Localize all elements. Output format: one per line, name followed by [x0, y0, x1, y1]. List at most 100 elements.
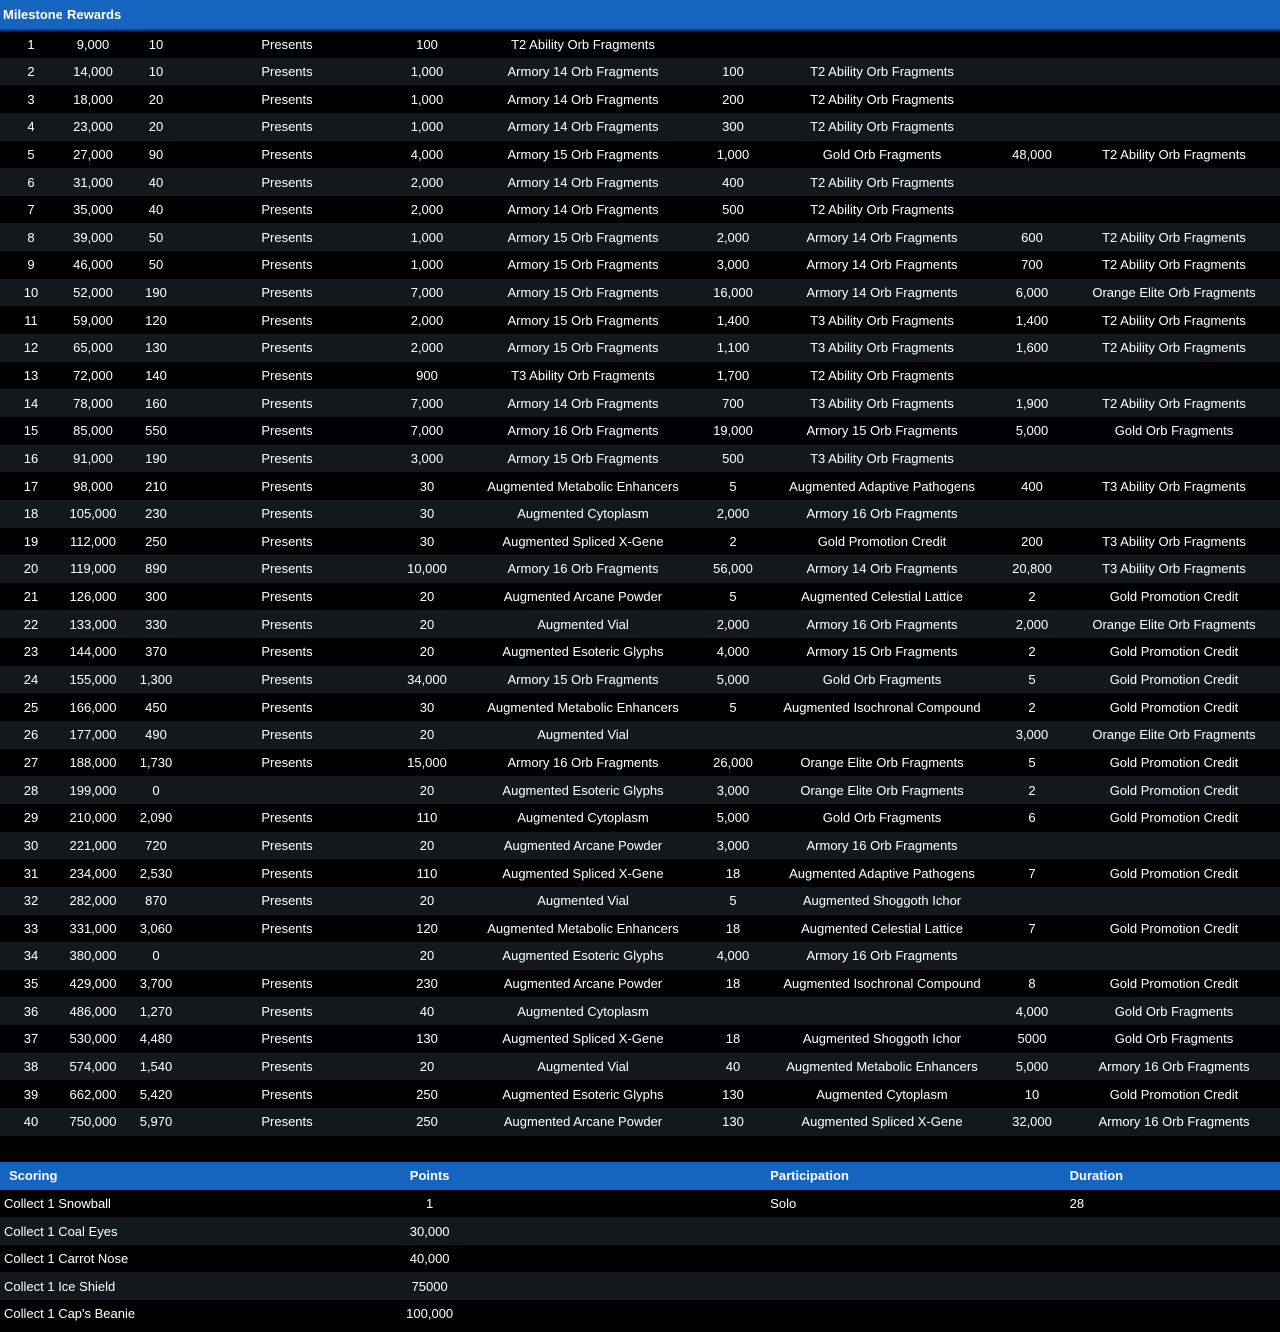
reward-1-item: Augmented Vial [537, 616, 629, 632]
presents-label: Presents [261, 589, 313, 605]
presents-count: 20 [148, 119, 164, 135]
reward-3-item: T2 Ability Orb Fragments [1102, 340, 1246, 356]
milestone-number: 36 [23, 1003, 39, 1019]
reward-3-quantity: 5,000 [1015, 1059, 1049, 1075]
reward-1-item: Armory 14 Orb Fragments [507, 174, 659, 190]
reward-1-item: Augmented Arcane Powder [503, 976, 663, 992]
reward-1-item: Augmented Cytoplasm [517, 1003, 649, 1019]
reward-1-item: Armory 15 Orb Fragments [507, 146, 659, 162]
presents-count: 1,300 [139, 672, 173, 688]
presents-count: 250 [145, 533, 167, 549]
presents-count: 4,480 [139, 1031, 173, 1047]
milestone-number: 25 [23, 699, 39, 715]
reward-3-quantity: 20,800 [1012, 561, 1052, 577]
milestone-number: 10 [23, 285, 39, 301]
presents-count: 50 [148, 257, 164, 273]
milestone-row: 19 112,000 250 Presents 30 Augmented Spliced … [0, 527, 1280, 556]
presents-label: Presents [261, 644, 313, 660]
reward-3-quantity: 5 [1028, 754, 1036, 770]
milestone-points: 91,000 [73, 450, 113, 466]
scoring-action: Collect 1 Snowball [4, 1195, 111, 1211]
reward-3-quantity: 3,000 [1015, 727, 1049, 743]
milestone-table-body: 1 9,000 10 Presents 100 T2 Ability Orb Fragme… [0, 30, 1280, 1136]
reward-3-item [1068, 168, 1280, 196]
milestone-points: 31,000 [73, 174, 113, 190]
milestone-row: 38 574,000 1,540 Presents 20 Augmented Vial 40… [0, 1052, 1280, 1081]
milestone-number: 8 [27, 229, 35, 245]
reward-1-item: Armory 15 Orb Fragments [507, 285, 659, 301]
milestone-points: 221,000 [69, 837, 117, 853]
milestone-points: 574,000 [69, 1059, 117, 1075]
reward-1-item: T2 Ability Orb Fragments [511, 36, 655, 52]
scoring-table-header: Scoring Points Participation Duration [0, 1161, 1280, 1190]
presents-count: 300 [145, 589, 167, 605]
duration-value [1070, 1272, 1280, 1300]
reward-3-quantity [996, 196, 1068, 224]
reward-1-item: Augmented Vial [537, 1059, 629, 1075]
milestone-row: 15 85,000 550 Presents 7,000 Armory 16 Orb Fr… [0, 416, 1280, 445]
reward-2-item: Armory 14 Orb Fragments [806, 285, 958, 301]
milestone-points: 331,000 [69, 920, 117, 936]
milestone-number: 34 [23, 948, 39, 964]
scoring-row: Collect 1 Carrot Nose 40,000 [0, 1244, 1280, 1273]
reward-3-item: Gold Orb Fragments [1114, 1003, 1234, 1019]
reward-3-item: T3 Ability Orb Fragments [1102, 478, 1246, 494]
reward-3-quantity [996, 887, 1068, 915]
reward-1-quantity: 20 [419, 644, 435, 660]
reward-3-quantity: 48,000 [1012, 146, 1052, 162]
reward-2-item: Armory 14 Orb Fragments [806, 257, 958, 273]
milestone-points: 188,000 [69, 754, 117, 770]
presents-count: 130 [145, 340, 167, 356]
milestone-rewards-table: Milestone Rewards 1 9,000 10 Presents 100 T2 … [0, 0, 1280, 1136]
milestone-points: 210,000 [69, 810, 117, 826]
reward-2-quantity: 3,000 [716, 257, 750, 273]
reward-3-item [1068, 85, 1280, 113]
reward-1-item: Armory 16 Orb Fragments [507, 754, 659, 770]
milestone-points: 72,000 [73, 368, 113, 383]
milestone-points: 155,000 [69, 672, 117, 688]
presents-count: 90 [148, 146, 164, 162]
reward-1-item: Armory 14 Orb Fragments [507, 91, 659, 107]
presents-label: Presents [261, 63, 313, 79]
reward-1-quantity: 15,000 [407, 754, 447, 770]
milestone-number: 2 [27, 63, 35, 79]
presents-label: Presents [261, 920, 313, 936]
reward-2-item: Orange Elite Orb Fragments [800, 754, 964, 770]
reward-1-quantity: 20 [419, 616, 435, 632]
reward-1-item: Augmented Esoteric Glyphs [502, 948, 664, 964]
reward-2-quantity: 5,000 [716, 672, 750, 688]
reward-1-quantity: 130 [416, 1031, 438, 1047]
milestone-points: 59,000 [73, 312, 113, 328]
milestone-row: 22 133,000 330 Presents 20 Augmented Vial 2,00… [0, 610, 1280, 639]
reward-2-quantity: 500 [722, 450, 744, 466]
reward-2-quantity: 1,400 [716, 312, 750, 328]
presents-label: Presents [261, 478, 313, 494]
reward-2-item: Augmented Metabolic Enhancers [786, 1059, 978, 1075]
reward-2-quantity: 18 [725, 865, 741, 881]
milestone-row: 28 199,000 0 20 Augmented Esoteric Glyphs 3,0… [0, 776, 1280, 804]
reward-2-quantity: 3,000 [716, 782, 750, 798]
milestone-number: 3 [27, 91, 35, 107]
milestone-number: 31 [23, 865, 39, 881]
reward-3-quantity: 7 [1028, 920, 1036, 936]
reward-3-quantity [996, 445, 1068, 473]
reward-1-quantity: 30 [419, 533, 435, 549]
reward-1-quantity: 40 [419, 1003, 435, 1019]
reward-2-quantity: 5 [729, 589, 737, 605]
presents-label: Presents [261, 202, 313, 218]
presents-label: Presents [261, 91, 313, 107]
scoring-points: 30,000 [409, 1223, 450, 1239]
reward-1-item: Armory 15 Orb Fragments [507, 450, 659, 466]
reward-2-item: Augmented Shoggoth Ichor [802, 893, 962, 909]
presents-label: Presents [261, 1003, 313, 1019]
reward-1-quantity: 7,000 [410, 395, 444, 411]
milestone-points: 23,000 [73, 119, 113, 135]
milestone-row: 23 144,000 370 Presents 20 Augmented Esoteric… [0, 638, 1280, 666]
milestone-row: 21 126,000 300 Presents 20 Augmented Arcane P… [0, 582, 1280, 611]
scoring-table-body: Collect 1 Snowball 1 Solo 28 Collect 1 Coal … [0, 1189, 1280, 1328]
reward-3-quantity [996, 832, 1068, 860]
reward-2-item: T3 Ability Orb Fragments [810, 340, 954, 356]
reward-3-quantity: 32,000 [1012, 1114, 1052, 1130]
reward-1-item: Armory 15 Orb Fragments [507, 340, 659, 356]
